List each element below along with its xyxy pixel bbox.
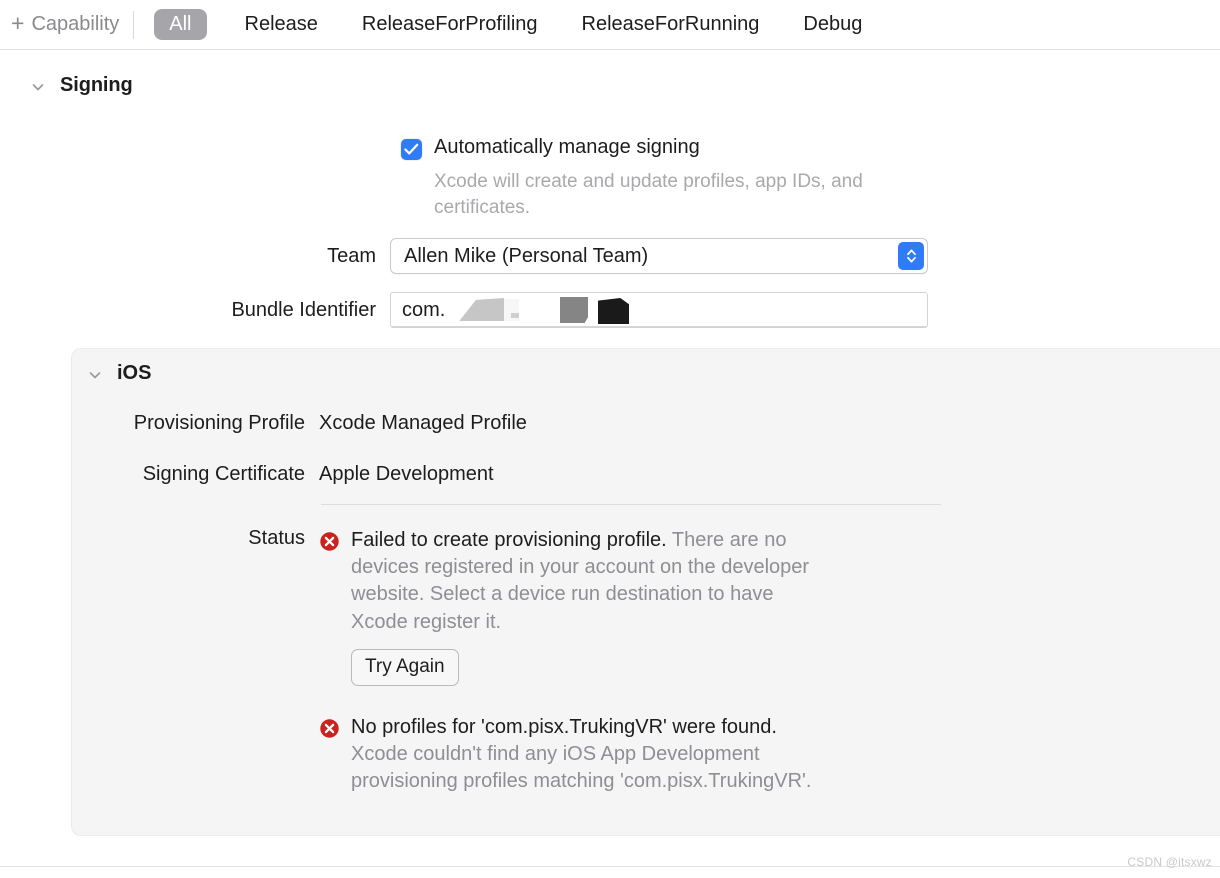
tab-debug[interactable]: Debug [781, 0, 884, 50]
redaction-mark [523, 297, 557, 324]
redaction-mark [560, 297, 588, 323]
status-messages: Failed to create provisioning profile. T… [319, 527, 824, 795]
chevron-up-down-icon[interactable] [898, 242, 924, 270]
provisioning-profile-row: Provisioning Profile Xcode Managed Profi… [0, 412, 527, 435]
checkbox-checked-icon[interactable] [401, 139, 422, 160]
automatically-manage-signing-description: Xcode will create and update profiles, a… [434, 171, 863, 219]
toolbar-divider [133, 10, 135, 39]
status-message-text: No profiles for 'com.pisx.TrukingVR' wer… [351, 714, 824, 796]
bundle-identifier-row: Bundle Identifier com. [0, 292, 928, 328]
provisioning-profile-value: Xcode Managed Profile [319, 412, 527, 434]
configuration-toolbar: + Capability All Release ReleaseForProfi… [0, 0, 1220, 50]
add-capability-label: Capability [31, 13, 120, 35]
status-message: Failed to create provisioning profile. T… [319, 527, 824, 636]
status-message-headline: Failed to create provisioning profile. [351, 529, 667, 551]
tab-release-for-running[interactable]: ReleaseForRunning [560, 0, 782, 50]
redaction-mark [459, 298, 504, 321]
provisioning-profile-label: Provisioning Profile [133, 412, 305, 434]
automatically-manage-signing-row: Automatically manage signing Xcode will … [401, 136, 946, 221]
error-icon [319, 718, 340, 739]
signing-section-header[interactable]: Signing [30, 74, 133, 97]
ios-group-title: iOS [117, 362, 152, 384]
tab-all[interactable]: All [136, 0, 222, 50]
bundle-identifier-label: Bundle Identifier [231, 298, 376, 321]
team-label: Team [327, 244, 376, 267]
status-divider [321, 504, 941, 505]
signing-certificate-value: Apple Development [319, 463, 494, 485]
automatically-manage-signing-control[interactable]: Automatically manage signing [401, 136, 946, 160]
tab-all-label: All [154, 9, 207, 40]
add-capability-button[interactable]: + Capability [0, 0, 133, 50]
configuration-tabs: All Release ReleaseForProfiling ReleaseF… [136, 0, 884, 50]
status-message-headline: No profiles for 'com.pisx.TrukingVR' wer… [351, 715, 777, 738]
tab-release-for-profiling[interactable]: ReleaseForProfiling [340, 0, 560, 50]
status-message-text: Failed to create provisioning profile. T… [351, 527, 824, 636]
chevron-down-icon[interactable] [30, 79, 46, 95]
plus-icon: + [11, 10, 25, 36]
status-label: Status [248, 527, 305, 549]
automatically-manage-signing-label: Automatically manage signing [434, 136, 700, 158]
signing-certificate-row: Signing Certificate Apple Development [0, 463, 494, 486]
page-title: Signing [60, 74, 133, 96]
xcode-signing-capabilities-pane: + Capability All Release ReleaseForProfi… [0, 0, 1220, 878]
bundle-identifier-value: com. [402, 298, 446, 321]
bottom-divider [0, 866, 1220, 867]
status-message: No profiles for 'com.pisx.TrukingVR' wer… [319, 714, 824, 796]
redaction-mark [598, 298, 629, 324]
ios-group-header[interactable]: iOS [87, 362, 151, 385]
team-selected-value: Allen Mike (Personal Team) [404, 244, 649, 267]
try-again-button[interactable]: Try Again [351, 648, 459, 686]
field-underline [391, 326, 927, 327]
bundle-identifier-input[interactable]: com. [390, 292, 928, 328]
status-row: Status Failed to create provisioning pro… [0, 527, 824, 795]
chevron-down-icon[interactable] [87, 367, 103, 383]
watermark: CSDN @itsxwz [1127, 855, 1212, 869]
team-row: Team Allen Mike (Personal Team) [0, 238, 928, 274]
signing-certificate-label: Signing Certificate [142, 463, 305, 485]
status-message-detail: Xcode couldn't find any iOS App Developm… [351, 742, 812, 793]
tab-release[interactable]: Release [223, 0, 340, 50]
error-icon [319, 531, 340, 552]
team-select[interactable]: Allen Mike (Personal Team) [390, 238, 928, 274]
